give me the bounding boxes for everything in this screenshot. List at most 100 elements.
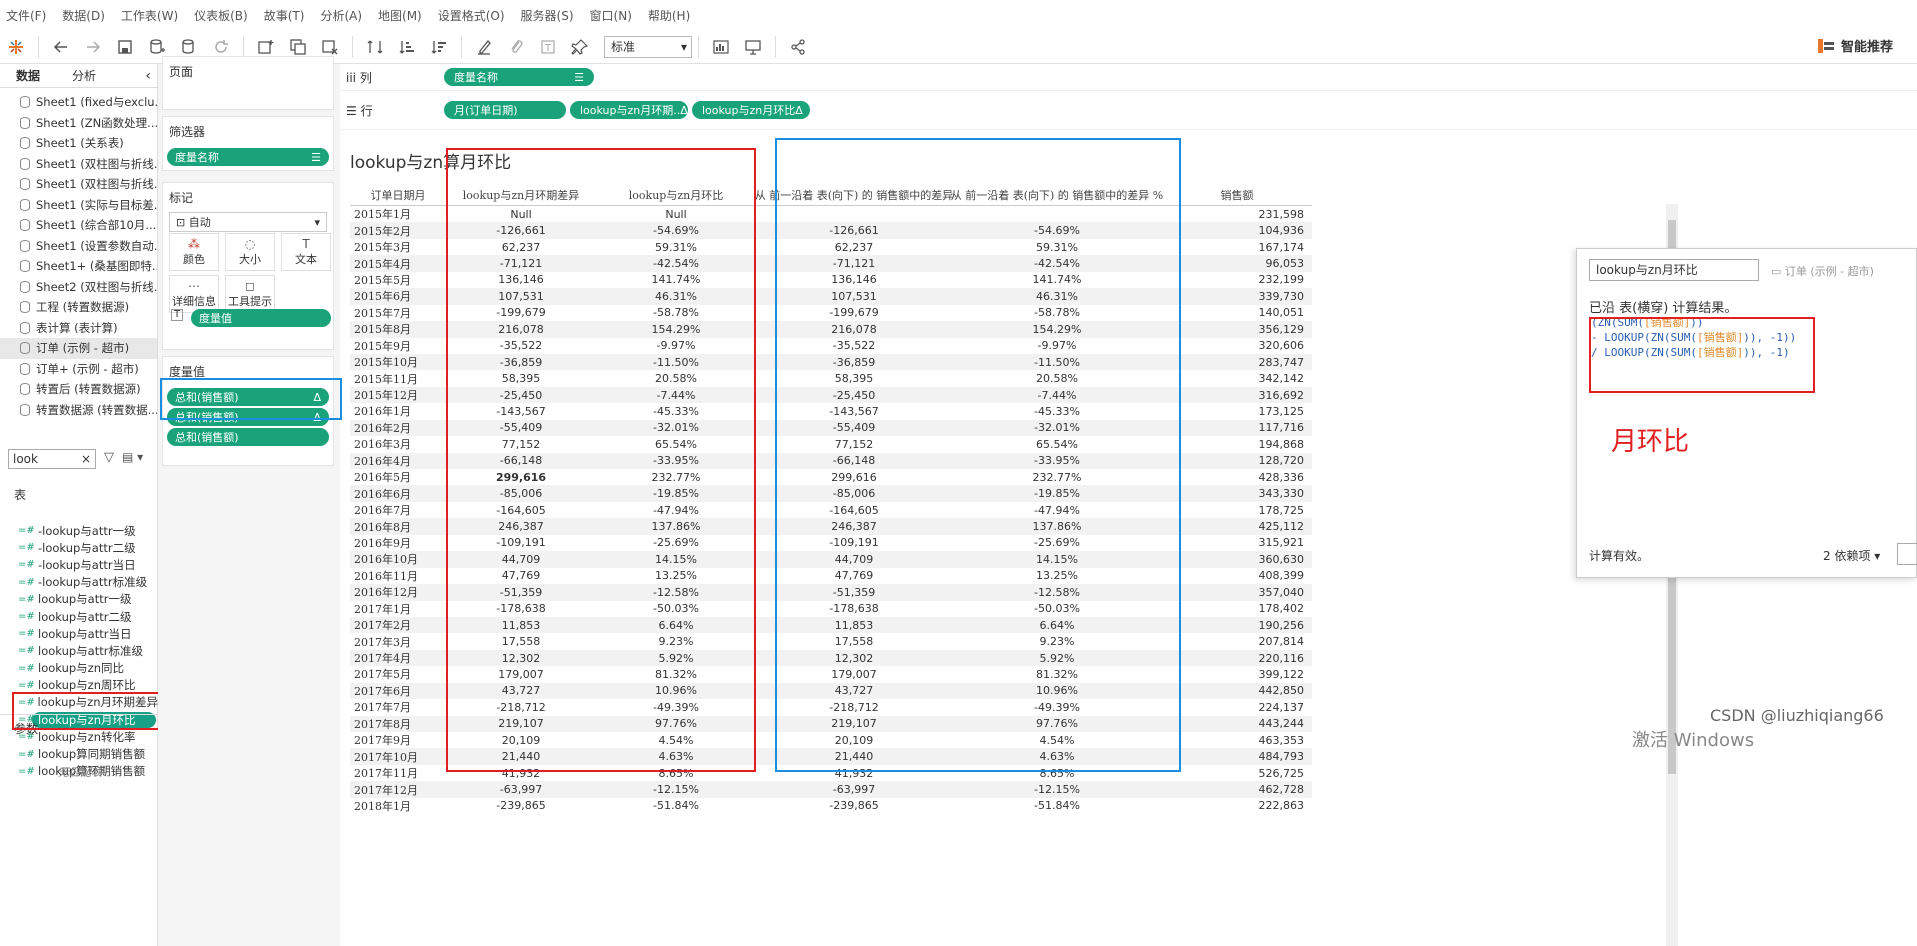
row-header-cell[interactable]: 2016年4月	[350, 453, 446, 469]
row-header-cell[interactable]: 2018年1月	[350, 798, 446, 814]
menu-item[interactable]: 工作表(W)	[121, 7, 178, 24]
datasource-item[interactable]: 转置后 (转置数据源)	[0, 379, 157, 400]
column-header[interactable]: 订单日期月	[350, 184, 446, 205]
datasource-item[interactable]: 转置数据源 (转置数据...	[0, 400, 157, 421]
highlight-icon[interactable]	[470, 33, 498, 61]
row-header-cell[interactable]: 2015年3月	[350, 239, 446, 255]
row-header-cell[interactable]: 2016年1月	[350, 403, 446, 419]
datasource-item[interactable]: 表计算 (表计算)	[0, 318, 157, 339]
group-icon[interactable]	[502, 33, 530, 61]
sort-descending-icon[interactable]	[425, 33, 453, 61]
row-header-cell[interactable]: 2017年6月	[350, 683, 446, 699]
row-header-cell[interactable]: 2015年12月	[350, 387, 446, 403]
mark-type-select[interactable]: ⊡ 自动 ▾	[169, 212, 327, 232]
row-header-cell[interactable]: 2016年7月	[350, 502, 446, 518]
view-options-icon[interactable]: ▤ ▾	[122, 450, 143, 464]
menu-item[interactable]: 分析(A)	[320, 7, 362, 24]
datasource-item[interactable]: 订单+ (示例 - 超市)	[0, 359, 157, 380]
rows-shelf[interactable]: ☰ 行 月(订单日期) lookup与zn月环期.. Δlookup与zn月环比 Δ	[340, 91, 1917, 130]
datasource-item[interactable]: 工程 (转置数据源)	[0, 297, 157, 318]
row-header-cell[interactable]: 2016年5月	[350, 469, 446, 485]
row-header-cell[interactable]: 2017年12月	[350, 781, 446, 797]
row-header-cell[interactable]: 2015年2月	[350, 222, 446, 238]
row-header-cell[interactable]: 2017年3月	[350, 633, 446, 649]
row-header-cell[interactable]: 2017年9月	[350, 732, 446, 748]
datasource-item[interactable]: Sheet1 (关系表)	[0, 133, 157, 154]
row-header-cell[interactable]: 2015年6月	[350, 288, 446, 304]
field-item[interactable]: =# lookup与attr当日	[0, 625, 158, 642]
row-header-cell[interactable]: 2016年8月	[350, 518, 446, 534]
row-header-cell[interactable]: 2017年4月	[350, 650, 446, 666]
datasource-item[interactable]: Sheet1 (双柱图与折线...	[0, 174, 157, 195]
datasource-item[interactable]: Sheet1+ (桑基图即特...	[0, 256, 157, 277]
row-header-cell[interactable]: 2015年1月	[350, 206, 446, 222]
row-header-cell[interactable]: 2015年10月	[350, 354, 446, 370]
rows-pill[interactable]: 月(订单日期)	[444, 101, 566, 119]
field-item[interactable]: =# -lookup与attr二级	[0, 539, 158, 556]
datasource-item[interactable]: Sheet1 (设置参数自动...	[0, 236, 157, 257]
columns-shelf[interactable]: iii 列 度量名称 ☰	[340, 64, 1917, 91]
redo-icon[interactable]	[79, 33, 107, 61]
collapse-pane-icon[interactable]: ‹	[145, 68, 157, 84]
sort-ascending-icon[interactable]	[393, 33, 421, 61]
menu-item[interactable]: 地图(M)	[378, 7, 422, 24]
swap-rows-columns-icon[interactable]	[361, 33, 389, 61]
save-icon[interactable]	[111, 33, 139, 61]
datasource-item[interactable]: Sheet1 (ZN函数处理...	[0, 113, 157, 134]
field-item[interactable]: =# lookup与zn同比	[0, 660, 158, 677]
rows-pill[interactable]: lookup与zn月环比 Δ	[692, 101, 810, 119]
row-header-cell[interactable]: 2015年7月	[350, 305, 446, 321]
mark-button[interactable]: ⁂ 颜色	[169, 233, 219, 271]
row-header-cell[interactable]: 2016年3月	[350, 436, 446, 452]
menu-item[interactable]: 故事(T)	[264, 7, 305, 24]
field-item[interactable]: =# lookup与attr二级	[0, 608, 158, 625]
datasource-item[interactable]: Sheet1 (实际与目标差...	[0, 195, 157, 216]
field-item[interactable]: =# -lookup与attr一级	[0, 522, 158, 539]
row-header-cell[interactable]: 2016年2月	[350, 420, 446, 436]
row-header-cell[interactable]: 2016年10月	[350, 551, 446, 567]
row-header-cell[interactable]: 2015年4月	[350, 255, 446, 271]
row-header-cell[interactable]: 2016年12月	[350, 584, 446, 600]
filters-card[interactable]: 筛选器 度量名称 ☰	[162, 116, 334, 171]
row-header-cell[interactable]: 2017年7月	[350, 699, 446, 715]
row-header-cell[interactable]: 2016年9月	[350, 535, 446, 551]
pin-icon[interactable]	[566, 33, 594, 61]
filter-fields-icon[interactable]: ▽	[104, 450, 114, 465]
datasource-item[interactable]: Sheet1 (fixed与exclu...	[0, 92, 157, 113]
apply-button[interactable]	[1897, 543, 1917, 565]
field-item[interactable]: =# lookup与attr标准级	[0, 642, 158, 659]
datasource-item[interactable]: 订单 (示例 - 超市)	[0, 338, 157, 359]
field-search-input[interactable]: look ×	[8, 449, 96, 469]
share-icon[interactable]	[784, 33, 812, 61]
fit-select[interactable]: 标准 ▾	[604, 35, 692, 58]
menu-item[interactable]: 服务器(S)	[521, 7, 574, 24]
row-header-cell[interactable]: 2017年1月	[350, 601, 446, 617]
mark-button[interactable]: ⋯ 详细信息	[169, 275, 219, 313]
row-header-cell[interactable]: 2017年2月	[350, 617, 446, 633]
datasource-item[interactable]: Sheet1 (双柱图与折线...	[0, 154, 157, 175]
calc-name-input[interactable]: lookup与zn月环比	[1589, 259, 1759, 281]
menu-item[interactable]: 帮助(H)	[648, 7, 690, 24]
row-header-cell[interactable]: 2017年11月	[350, 765, 446, 781]
smart-recommend-button[interactable]: 智能推荐	[1817, 36, 1893, 55]
mark-text-pill[interactable]: 度量值	[191, 309, 331, 327]
show-labels-icon[interactable]: T	[534, 33, 562, 61]
menu-item[interactable]: 仪表板(B)	[194, 7, 248, 24]
mark-button[interactable]: T 文本	[281, 233, 331, 271]
field-item[interactable]: =# -lookup与attr标准级	[0, 574, 158, 591]
row-header-cell[interactable]: 2016年11月	[350, 568, 446, 584]
row-header-cell[interactable]: 2015年11月	[350, 370, 446, 386]
filter-pill[interactable]: 度量名称 ☰	[167, 148, 329, 166]
datasource-item[interactable]: Sheet1 (综合部10月...	[0, 215, 157, 236]
tab-analysis[interactable]: 分析	[56, 64, 112, 88]
row-header-cell[interactable]: 2015年5月	[350, 272, 446, 288]
menu-item[interactable]: 数据(D)	[62, 7, 105, 24]
clear-search-icon[interactable]: ×	[81, 450, 91, 468]
row-header-cell[interactable]: 2016年6月	[350, 485, 446, 501]
menu-item[interactable]: 设置格式(O)	[438, 7, 505, 24]
dependencies-dropdown[interactable]: 2 依赖项 ▾	[1823, 547, 1880, 564]
measure-value-pill[interactable]: 总和(销售额)	[167, 428, 329, 446]
row-header-cell[interactable]: 2015年8月	[350, 321, 446, 337]
undo-icon[interactable]	[47, 33, 75, 61]
pages-card[interactable]: 页面	[162, 56, 334, 110]
